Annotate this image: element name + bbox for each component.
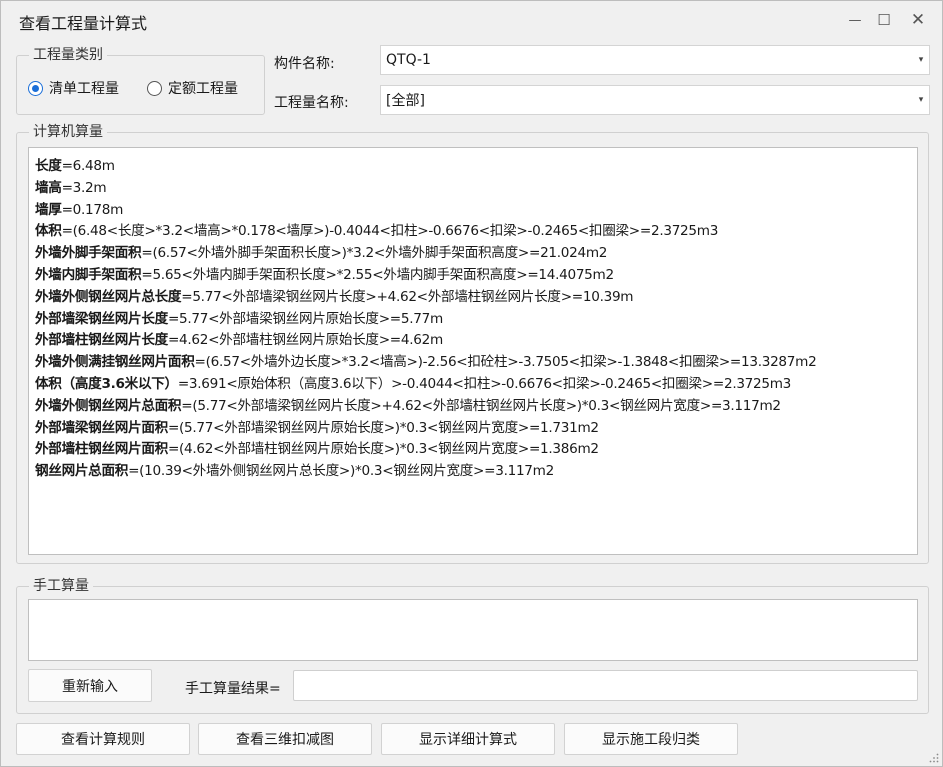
calc-line-expression: =5.77<外部墙梁钢丝网片长度>+4.62<外部墙柱钢丝网片长度>=10.39…: [181, 288, 634, 305]
calc-line-expression: =3.2m: [61, 179, 107, 196]
calc-line: 长度=6.48m: [35, 156, 917, 178]
minimize-button[interactable]: —: [840, 7, 870, 33]
radio-bill-quantity[interactable]: 清单工程量: [28, 78, 119, 98]
calc-line-quantity-name: 外部墙梁钢丝网片长度: [35, 310, 168, 327]
quantity-name-select[interactable]: [全部] ▾: [380, 85, 930, 115]
show-detailed-formula-button[interactable]: 显示详细计算式: [381, 723, 555, 755]
calc-line: 体积（高度3.6米以下）=3.691<原始体积（高度3.6以下）>-0.4044…: [35, 374, 917, 396]
manual-calc-legend: 手工算量: [29, 577, 93, 595]
calc-line-expression: =3.691<原始体积（高度3.6以下）>-0.4044<扣柱>-0.6676<…: [177, 375, 792, 392]
component-name-value: QTQ-1: [386, 52, 431, 68]
calc-line-quantity-name: 墙高: [35, 179, 62, 196]
calc-line: 外墙外侧钢丝网片总面积=(5.77<外部墙梁钢丝网片长度>+4.62<外部墙柱钢…: [35, 396, 917, 418]
calc-line-expression: =(6.48<长度>*3.2<墙高>*0.178<墙厚>)-0.4044<扣柱>…: [61, 223, 719, 240]
calc-line: 墙高=3.2m: [35, 178, 917, 200]
calc-line-quantity-name: 外墙外侧满挂钢丝网片面积: [35, 354, 195, 371]
minimize-icon: —: [848, 12, 862, 28]
calc-line: 外墙外脚手架面积=(6.57<外墙外脚手架面积长度>)*3.2<外墙外脚手架面积…: [35, 243, 917, 265]
quantity-name-label: 工程量名称:: [274, 95, 349, 111]
quantity-name-value: [全部]: [386, 93, 425, 109]
calc-lines: 长度=6.48m 墙高=3.2m 墙厚=0.178m 体积=(6.48<长度>*3.2…: [29, 148, 917, 483]
calc-line-quantity-name: 墙厚: [35, 201, 62, 218]
calc-line-expression: =(4.62<外部墙柱钢丝网片原始长度>)*0.3<钢丝网片宽度>=1.386m…: [167, 441, 599, 458]
component-name-select[interactable]: QTQ-1 ▾: [380, 45, 930, 75]
show-construction-segment-button[interactable]: 显示施工段归类: [564, 723, 738, 755]
resize-grip-icon[interactable]: [929, 753, 939, 763]
calc-line-quantity-name: 钢丝网片总面积: [35, 463, 129, 480]
calc-line-expression: =(6.57<外墙外边长度>*3.2<墙高>)-2.56<扣砼柱>-3.7505…: [194, 354, 817, 371]
view-3d-deduction-button[interactable]: 查看三维扣减图: [198, 723, 372, 755]
reenter-button[interactable]: 重新输入: [28, 669, 152, 702]
chevron-down-icon: ▾: [918, 95, 924, 105]
calc-line-expression: =4.62<外部墙柱钢丝网片原始长度>=4.62m: [167, 332, 443, 349]
component-name-label: 构件名称:: [274, 56, 335, 72]
calc-line: 外部墙柱钢丝网片面积=(4.62<外部墙柱钢丝网片原始长度>)*0.3<钢丝网片…: [35, 439, 917, 461]
calc-line: 外部墙柱钢丝网片长度=4.62<外部墙柱钢丝网片原始长度>=4.62m: [35, 330, 917, 352]
calc-line-quantity-name: 外墙内脚手架面积: [35, 266, 142, 283]
chevron-down-icon: ▾: [918, 55, 924, 65]
manual-calc-input[interactable]: [28, 599, 918, 661]
calc-line-expression: =(5.77<外部墙梁钢丝网片原始长度>)*0.3<钢丝网片宽度>=1.731m…: [167, 419, 599, 436]
category-group: 工程量类别 清单工程量 定额工程量: [16, 46, 265, 115]
calc-line: 外墙外侧钢丝网片总长度=5.77<外部墙梁钢丝网片长度>+4.62<外部墙柱钢丝…: [35, 287, 917, 309]
calc-line-quantity-name: 体积: [35, 223, 62, 240]
calc-line-quantity-name: 外墙外脚手架面积: [35, 245, 142, 262]
radio-unchecked-icon: [147, 80, 162, 96]
radio-quota-quantity-label: 定额工程量: [168, 81, 238, 97]
calc-line-expression: =(5.77<外部墙梁钢丝网片长度>+4.62<外部墙柱钢丝网片长度>)*0.3…: [181, 397, 781, 414]
calc-line-expression: =(6.57<外墙外脚手架面积长度>)*3.2<外墙外脚手架面积高度>=21.0…: [141, 245, 608, 262]
calc-line-quantity-name: 外部墙柱钢丝网片长度: [35, 332, 168, 349]
maximize-button[interactable]: ☐: [869, 7, 899, 33]
calc-line: 钢丝网片总面积=(10.39<外墙外侧钢丝网片总长度>)*0.3<钢丝网片宽度>…: [35, 461, 917, 483]
calc-line: 体积=(6.48<长度>*3.2<墙高>*0.178<墙厚>)-0.4044<扣…: [35, 221, 917, 243]
calc-line-expression: =0.178m: [61, 201, 124, 218]
calc-line: 外墙外侧满挂钢丝网片面积=(6.57<外墙外边长度>*3.2<墙高>)-2.56…: [35, 352, 917, 374]
calc-line: 外部墙梁钢丝网片面积=(5.77<外部墙梁钢丝网片原始长度>)*0.3<钢丝网片…: [35, 418, 917, 440]
maximize-icon: ☐: [877, 11, 891, 29]
calc-line-expression: =5.65<外墙内脚手架面积长度>*2.55<外墙内脚手架面积高度>=14.40…: [141, 266, 614, 283]
computer-calc-output[interactable]: 长度=6.48m 墙高=3.2m 墙厚=0.178m 体积=(6.48<长度>*3.2…: [28, 147, 918, 555]
calc-line-quantity-name: 外部墙柱钢丝网片面积: [35, 441, 168, 458]
calc-line-quantity-name: 体积（高度3.6米以下）: [35, 375, 178, 392]
calc-line: 外墙内脚手架面积=5.65<外墙内脚手架面积长度>*2.55<外墙内脚手架面积高…: [35, 265, 917, 287]
calc-line: 墙厚=0.178m: [35, 200, 917, 222]
radio-bill-quantity-label: 清单工程量: [49, 81, 119, 97]
calc-line-expression: =5.77<外部墙梁钢丝网片原始长度>=5.77m: [167, 310, 443, 327]
close-button[interactable]: ✕: [903, 7, 933, 33]
calc-line-expression: =(10.39<外墙外侧钢丝网片总长度>)*0.3<钢丝网片宽度>=3.117m…: [128, 463, 554, 480]
calc-line-expression: =6.48m: [61, 158, 115, 174]
title-bar: 查看工程量计算式 — ☐ ✕: [1, 1, 942, 39]
calc-line-quantity-name: 外墙外侧钢丝网片总面积: [35, 397, 182, 414]
calc-line: 外部墙梁钢丝网片长度=5.77<外部墙梁钢丝网片原始长度>=5.77m: [35, 309, 917, 331]
view-calc-rules-button[interactable]: 查看计算规则: [16, 723, 190, 755]
manual-result-input[interactable]: [293, 670, 918, 701]
window-title: 查看工程量计算式: [19, 14, 148, 33]
close-icon: ✕: [910, 10, 926, 30]
radio-quota-quantity[interactable]: 定额工程量: [147, 78, 238, 98]
calc-line-quantity-name: 长度: [35, 158, 62, 174]
computer-calc-legend: 计算机算量: [29, 123, 107, 141]
calc-line-quantity-name: 外墙外侧钢丝网片总长度: [35, 288, 182, 305]
calc-formula-dialog: 查看工程量计算式 — ☐ ✕ 工程量类别 清单工程量 定额工程量 构件名称: Q…: [0, 0, 943, 767]
category-legend: 工程量类别: [29, 46, 107, 64]
radio-checked-icon: [28, 80, 43, 96]
manual-result-label: 手工算量结果=: [185, 681, 281, 697]
calc-line-quantity-name: 外部墙梁钢丝网片面积: [35, 419, 168, 436]
